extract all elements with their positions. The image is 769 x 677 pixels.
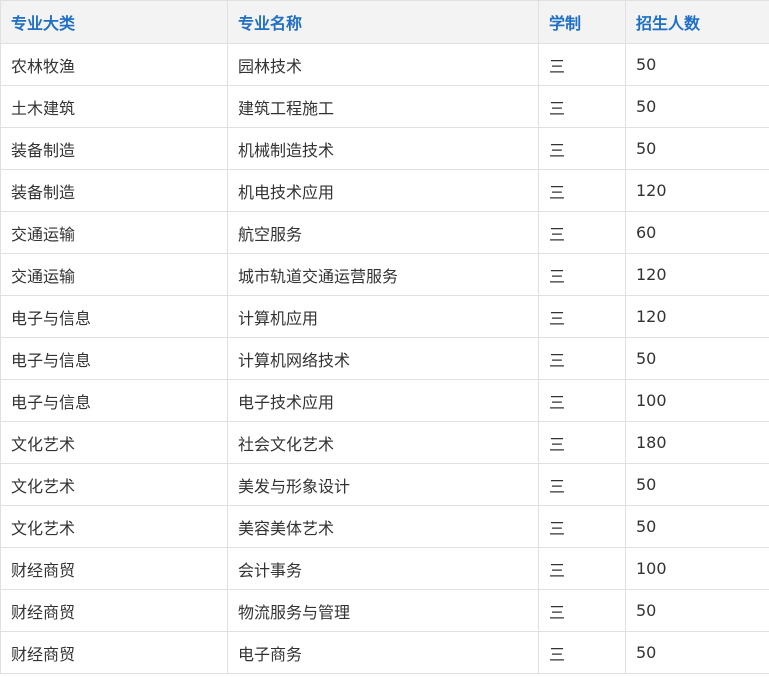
cell-category: 文化艺术	[0, 421, 228, 464]
cell-category: 装备制造	[0, 169, 228, 212]
cell-enrollment: 100	[625, 379, 769, 422]
cell-duration: 三	[538, 547, 626, 590]
cell-major-name: 机电技术应用	[227, 169, 539, 212]
cell-enrollment: 50	[625, 337, 769, 380]
header-row: 专业大类 专业名称 学制 招生人数	[0, 0, 769, 44]
cell-major-name: 机械制造技术	[227, 127, 539, 170]
table-row: 电子与信息 计算机应用三 120	[0, 295, 769, 338]
table-row: 财经商贸 物流服务与管理三 50	[0, 589, 769, 632]
cell-enrollment: 50	[625, 127, 769, 170]
cell-category: 土木建筑	[0, 85, 228, 128]
cell-enrollment: 60	[625, 211, 769, 254]
cell-category: 交通运输	[0, 211, 228, 254]
table-row: 文化艺术 美发与形象设计三 50	[0, 463, 769, 506]
cell-enrollment: 50	[625, 43, 769, 86]
cell-category: 电子与信息	[0, 295, 228, 338]
cell-enrollment: 120	[625, 295, 769, 338]
cell-duration: 三	[538, 589, 626, 632]
cell-major-name: 美容美体艺术	[227, 505, 539, 548]
cell-major-name: 会计事务	[227, 547, 539, 590]
cell-major-name: 城市轨道交通运营服务	[227, 253, 539, 296]
cell-duration: 三	[538, 169, 626, 212]
table-row: 交通运输 城市轨道交通运营服务三 120	[0, 253, 769, 296]
table-row: 财经商贸 电子商务三 50	[0, 631, 769, 674]
cell-enrollment: 180	[625, 421, 769, 464]
cell-major-name: 美发与形象设计	[227, 463, 539, 506]
cell-duration: 三	[538, 253, 626, 296]
cell-enrollment: 50	[625, 505, 769, 548]
cell-duration: 三	[538, 631, 626, 674]
cell-category: 财经商贸	[0, 589, 228, 632]
cell-category: 财经商贸	[0, 547, 228, 590]
table-row: 电子与信息 计算机网络技术三 50	[0, 337, 769, 380]
table-row: 文化艺术 美容美体艺术三 50	[0, 505, 769, 548]
cell-enrollment: 120	[625, 253, 769, 296]
cell-category: 电子与信息	[0, 337, 228, 380]
enrollment-table: 专业大类 专业名称 学制 招生人数 农林牧渔 园林技术三 50 土木建筑 建筑工程施工三…	[0, 0, 769, 674]
cell-duration: 三	[538, 337, 626, 380]
cell-major-name: 物流服务与管理	[227, 589, 539, 632]
cell-major-name: 社会文化艺术	[227, 421, 539, 464]
header-enrollment: 招生人数	[625, 0, 769, 44]
cell-enrollment: 50	[625, 589, 769, 632]
header-duration: 学制	[538, 0, 626, 44]
cell-duration: 三	[538, 379, 626, 422]
cell-category: 文化艺术	[0, 505, 228, 548]
table-header: 专业大类 专业名称 学制 招生人数	[0, 0, 769, 44]
table-row: 交通运输 航空服务三 60	[0, 211, 769, 254]
cell-major-name: 计算机应用	[227, 295, 539, 338]
table-row: 装备制造 机械制造技术三 50	[0, 127, 769, 170]
table-row: 土木建筑 建筑工程施工三 50	[0, 85, 769, 128]
cell-duration: 三	[538, 127, 626, 170]
table-body: 农林牧渔 园林技术三 50 土木建筑 建筑工程施工三 50 装备制造 机械制造技术三 50 装备制…	[0, 43, 769, 674]
table-row: 财经商贸 会计事务三 100	[0, 547, 769, 590]
cell-enrollment: 100	[625, 547, 769, 590]
cell-enrollment: 120	[625, 169, 769, 212]
cell-duration: 三	[538, 85, 626, 128]
table-row: 电子与信息 电子技术应用三 100	[0, 379, 769, 422]
cell-major-name: 航空服务	[227, 211, 539, 254]
cell-duration: 三	[538, 295, 626, 338]
cell-duration: 三	[538, 211, 626, 254]
cell-duration: 三	[538, 505, 626, 548]
cell-major-name: 计算机网络技术	[227, 337, 539, 380]
cell-duration: 三	[538, 43, 626, 86]
cell-major-name: 电子商务	[227, 631, 539, 674]
cell-category: 财经商贸	[0, 631, 228, 674]
header-category: 专业大类	[0, 0, 228, 44]
cell-duration: 三	[538, 421, 626, 464]
cell-major-name: 园林技术	[227, 43, 539, 86]
table-row: 装备制造 机电技术应用三 120	[0, 169, 769, 212]
cell-category: 交通运输	[0, 253, 228, 296]
header-major-name: 专业名称	[227, 0, 539, 44]
cell-enrollment: 50	[625, 463, 769, 506]
cell-category: 农林牧渔	[0, 43, 228, 86]
cell-category: 文化艺术	[0, 463, 228, 506]
cell-enrollment: 50	[625, 85, 769, 128]
cell-category: 电子与信息	[0, 379, 228, 422]
cell-major-name: 建筑工程施工	[227, 85, 539, 128]
cell-major-name: 电子技术应用	[227, 379, 539, 422]
cell-category: 装备制造	[0, 127, 228, 170]
cell-duration: 三	[538, 463, 626, 506]
table-row: 农林牧渔 园林技术三 50	[0, 43, 769, 86]
cell-enrollment: 50	[625, 631, 769, 674]
table-row: 文化艺术 社会文化艺术三 180	[0, 421, 769, 464]
